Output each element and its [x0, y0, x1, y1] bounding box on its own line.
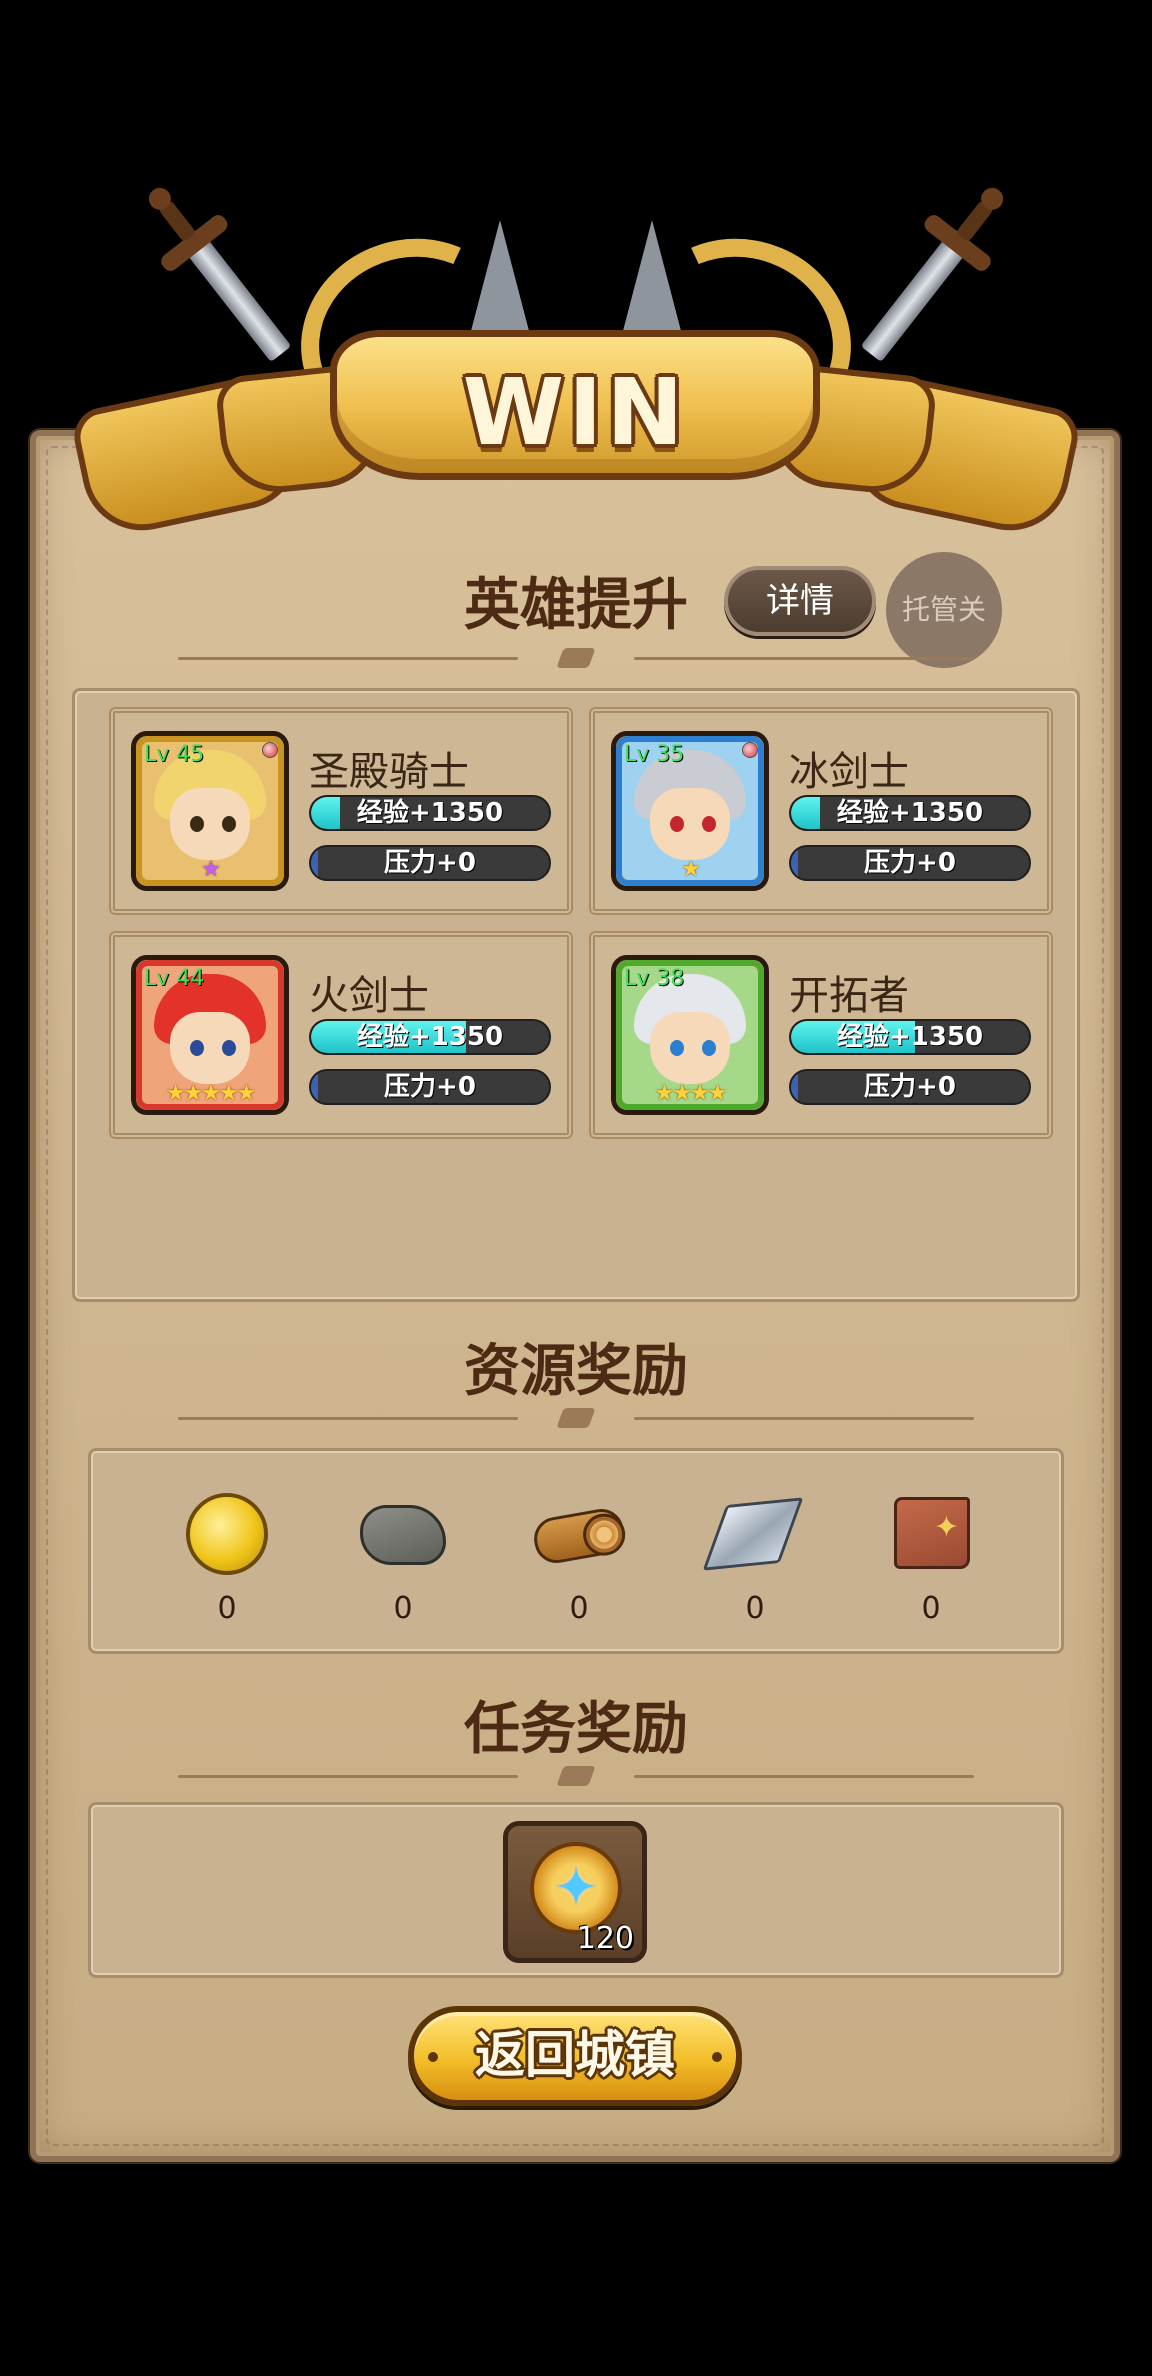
exp-bar: 经验+1350 — [309, 1019, 551, 1055]
hero-level: Lv 38 — [624, 966, 685, 991]
gold-coin-icon — [186, 1493, 268, 1575]
win-ribbon: WIN — [330, 330, 820, 480]
hero-name: 开拓者 — [789, 973, 909, 1019]
resource-reward-box: 0 0 0 0 0 — [88, 1448, 1064, 1654]
hero-name: 火剑士 — [309, 973, 429, 1019]
exp-text: 经验+1350 — [356, 1022, 504, 1052]
left-sword-icon — [144, 183, 292, 363]
wood-log-icon — [530, 1505, 628, 1567]
hero-card[interactable]: Lv 44 ★★★★★ 火剑士 经验+1350 压力+0 — [106, 928, 576, 1142]
heroes-box: Lv 45 ★ 圣殿骑士 经验+1350 压力+0 Lv 35 ★ 冰剑士 经验… — [72, 688, 1080, 1302]
leather-icon — [894, 1497, 970, 1569]
hero-card[interactable]: Lv 45 ★ 圣殿骑士 经验+1350 压力+0 — [106, 704, 576, 918]
win-banner: WIN — [0, 180, 1152, 600]
resource-section-divider — [178, 1408, 974, 1428]
right-sword-icon — [860, 183, 1008, 363]
pressure-bar: 压力+0 — [789, 845, 1031, 881]
pin-icon — [262, 742, 278, 758]
hero-section-divider — [178, 648, 974, 668]
details-button[interactable]: 详情 — [724, 566, 876, 636]
resource-count: 0 — [745, 1591, 765, 1626]
resource-leather[interactable]: 0 — [881, 1491, 981, 1626]
hero-card[interactable]: Lv 38 ★★★★ 开拓者 经验+1350 压力+0 — [586, 928, 1056, 1142]
pressure-text: 压力+0 — [384, 1072, 476, 1102]
resource-gold[interactable]: 0 — [177, 1491, 277, 1626]
task-reward-item[interactable]: ✦ 120 — [503, 1821, 647, 1963]
hero-name: 圣殿骑士 — [309, 749, 469, 795]
hero-stars: ★ — [681, 857, 701, 882]
resource-steel[interactable]: 0 — [702, 1491, 805, 1626]
hero-name: 冰剑士 — [789, 749, 909, 795]
task-reward-count: 120 — [576, 1921, 634, 1956]
task-reward-box: ✦ 120 — [88, 1802, 1064, 1978]
pressure-text: 压力+0 — [384, 848, 476, 878]
pressure-text: 压力+0 — [864, 1072, 956, 1102]
resource-count: 0 — [921, 1591, 941, 1626]
resource-count: 0 — [393, 1591, 413, 1626]
hero-portrait[interactable]: Lv 45 ★ — [131, 731, 289, 891]
resource-wood[interactable]: 0 — [529, 1491, 629, 1626]
resource-count: 0 — [569, 1591, 589, 1626]
task-section-divider — [178, 1766, 974, 1786]
return-town-label: 返回城镇 — [475, 2026, 675, 2084]
pressure-bar: 压力+0 — [309, 845, 551, 881]
pin-icon — [742, 742, 758, 758]
steel-icon — [702, 1497, 804, 1571]
hero-level: Lv 45 — [144, 742, 205, 767]
pressure-text: 压力+0 — [864, 848, 956, 878]
exp-bar: 经验+1350 — [789, 1019, 1031, 1055]
win-title: WIN — [462, 359, 688, 466]
hero-level: Lv 44 — [144, 966, 205, 991]
exp-bar: 经验+1350 — [309, 795, 551, 831]
stone-icon — [360, 1505, 446, 1565]
resource-section-title: 资源奖励 — [464, 1339, 688, 1404]
exp-bar: 经验+1350 — [789, 795, 1031, 831]
exp-text: 经验+1350 — [836, 1022, 984, 1052]
hero-card[interactable]: Lv 35 ★ 冰剑士 经验+1350 压力+0 — [586, 704, 1056, 918]
pressure-bar: 压力+0 — [309, 1069, 551, 1105]
hero-stars: ★★★★ — [654, 1081, 728, 1106]
pressure-bar: 压力+0 — [789, 1069, 1031, 1105]
resource-stone[interactable]: 0 — [353, 1491, 453, 1626]
hero-stars: ★ — [201, 857, 221, 882]
hero-stars: ★★★★★ — [165, 1081, 257, 1106]
exp-text: 经验+1350 — [836, 798, 984, 828]
task-section-title: 任务奖励 — [464, 1697, 688, 1762]
resource-count: 0 — [217, 1591, 237, 1626]
hero-portrait[interactable]: Lv 35 ★ — [611, 731, 769, 891]
return-town-button[interactable]: 返回城镇 — [408, 2006, 742, 2106]
hero-portrait[interactable]: Lv 38 ★★★★ — [611, 955, 769, 1115]
hero-level: Lv 35 — [624, 742, 685, 767]
hero-portrait[interactable]: Lv 44 ★★★★★ — [131, 955, 289, 1115]
exp-text: 经验+1350 — [356, 798, 504, 828]
